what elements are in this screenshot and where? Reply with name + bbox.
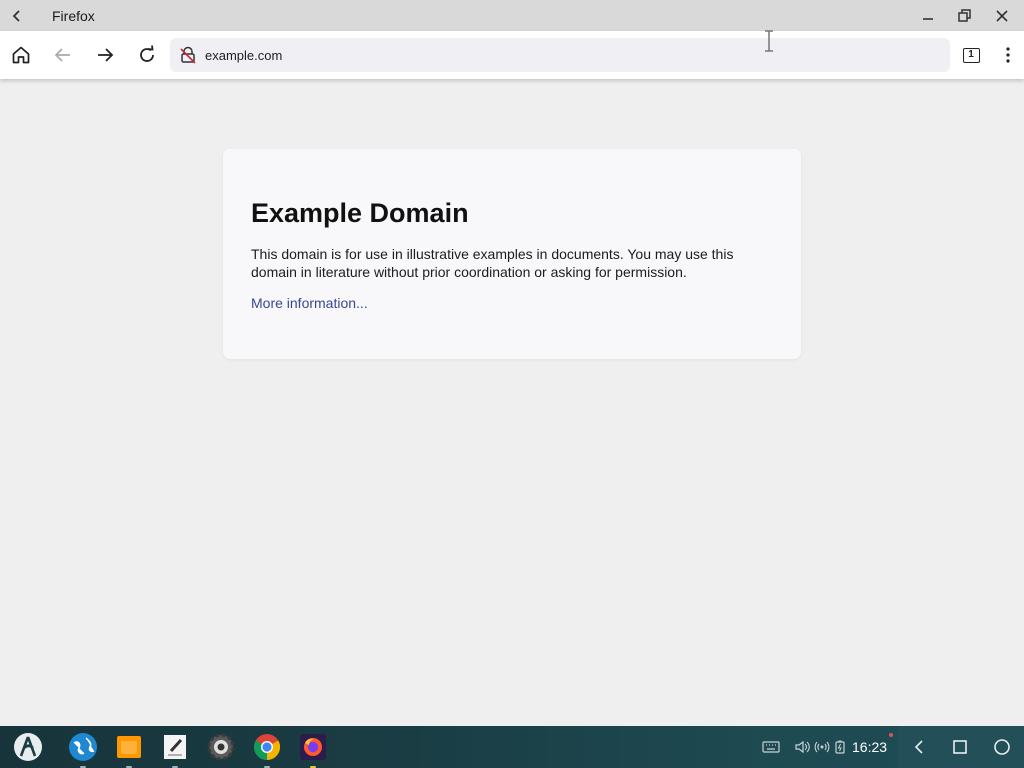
tabs-count: 1 (962, 47, 980, 63)
more-information-link[interactable]: More information... (251, 295, 368, 311)
nav-back-icon[interactable] (911, 739, 927, 755)
keyboard-icon[interactable] (762, 740, 780, 754)
clock[interactable]: 16:23 (852, 739, 887, 755)
kebab-menu-icon (1006, 47, 1010, 63)
network-icon[interactable] (814, 740, 830, 754)
nav-home-icon[interactable] (993, 738, 1011, 756)
restore-icon (958, 9, 971, 22)
content-card: Example Domain This domain is for use in… (223, 149, 801, 359)
taskbar-browser[interactable] (67, 731, 99, 768)
taskbar-firefox[interactable] (297, 731, 329, 768)
firefox-icon (300, 734, 326, 760)
launcher-button[interactable] (12, 731, 44, 763)
page-heading: Example Domain (251, 198, 469, 228)
insecure-lock-icon (180, 46, 196, 64)
reload-button[interactable] (126, 35, 168, 75)
system-navigation (898, 726, 1024, 768)
files-icon (117, 736, 141, 758)
window-title: Firefox (52, 7, 95, 24)
close-icon (995, 9, 1008, 22)
notification-dot (889, 733, 894, 737)
arrow-right-icon (98, 48, 114, 62)
page-content: Example Domain This domain is for use in… (0, 79, 1024, 726)
tabs-counter-button[interactable]: 1 (958, 42, 984, 68)
taskbar-text-editor[interactable] (159, 731, 191, 768)
browser-globe-icon (69, 733, 97, 761)
taskbar-chrome[interactable] (251, 731, 283, 768)
page-body-text: This domain is for use in illustrative e… (251, 246, 734, 280)
site-info-button[interactable] (174, 38, 202, 72)
chevron-left-icon (12, 9, 20, 22)
taskbar-files[interactable] (113, 731, 145, 768)
text-editor-icon (164, 735, 186, 759)
volume-icon[interactable] (794, 740, 810, 754)
window-titlebar: Firefox (0, 0, 1024, 31)
taskbar: 16:23 (0, 726, 1024, 768)
back-button[interactable] (42, 35, 84, 75)
minimize-button[interactable] (909, 0, 946, 31)
nav-recents-icon[interactable] (952, 739, 968, 755)
restore-button[interactable] (946, 0, 983, 31)
settings-icon (207, 733, 235, 761)
reload-icon (140, 45, 154, 62)
window-back-button[interactable] (0, 0, 34, 31)
url-text: example.com (205, 47, 283, 63)
chrome-icon (253, 734, 281, 761)
battery-icon[interactable] (834, 740, 846, 754)
address-bar[interactable]: example.com (170, 38, 950, 72)
system-tray: 16:23 (762, 726, 894, 768)
launcher-icon (14, 733, 42, 761)
menu-button[interactable] (996, 42, 1020, 68)
minimize-icon (922, 17, 933, 20)
forward-button[interactable] (84, 35, 126, 75)
home-button[interactable] (0, 35, 42, 75)
arrow-left-icon (54, 48, 70, 62)
taskbar-settings[interactable] (205, 731, 237, 763)
navigation-toolbar: example.com 1 (0, 31, 1024, 79)
close-button[interactable] (983, 0, 1020, 31)
home-icon (12, 46, 30, 64)
text-cursor-icon (765, 30, 773, 52)
